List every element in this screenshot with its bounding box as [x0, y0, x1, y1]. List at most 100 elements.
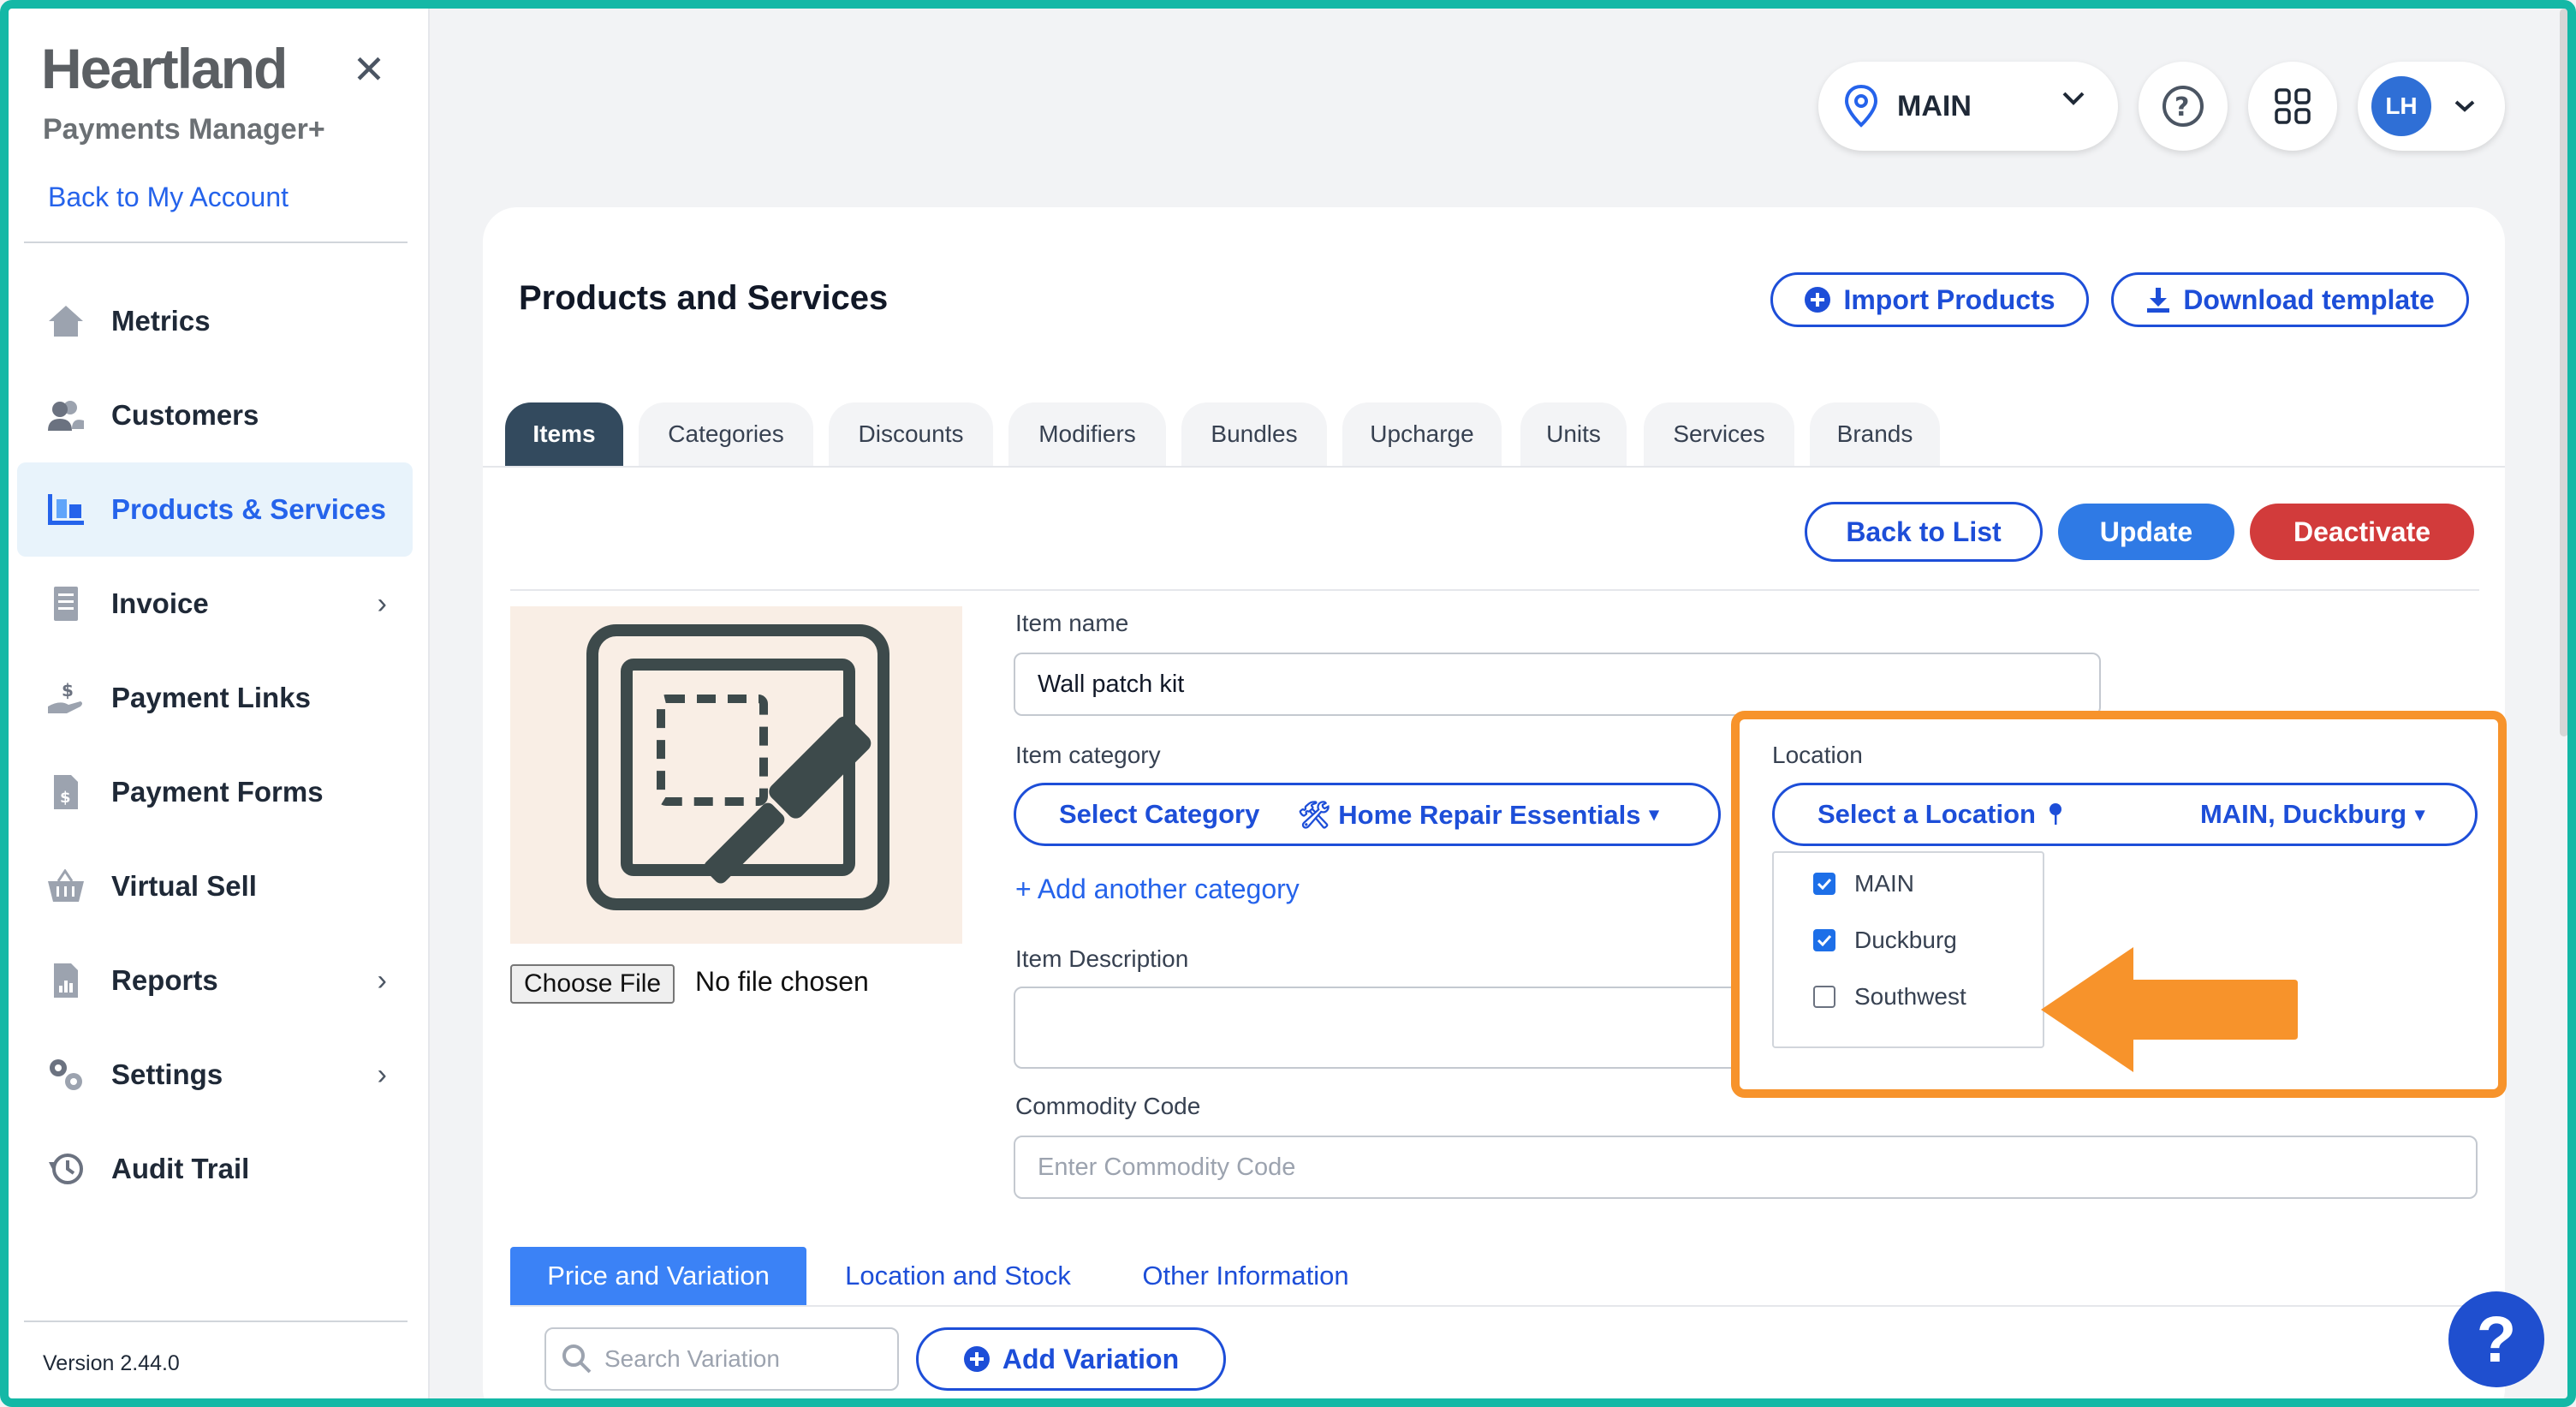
- location-option-southwest[interactable]: Southwest: [1813, 983, 1966, 1011]
- select-category-label: Select Category: [1059, 799, 1260, 829]
- location-switcher[interactable]: MAIN: [1818, 62, 2118, 151]
- checkbox-checked-icon[interactable]: [1813, 873, 1835, 895]
- sidebar-item-virtual-sell[interactable]: Virtual Sell: [17, 839, 413, 933]
- chevron-right-icon: ›: [377, 963, 387, 997]
- search-variation-placeholder: Search Variation: [604, 1345, 780, 1372]
- payment-link-icon: $: [45, 677, 87, 719]
- tab-bundles[interactable]: Bundles: [1181, 402, 1327, 466]
- tab-units[interactable]: Units: [1520, 402, 1627, 466]
- help-chat-button[interactable]: ?: [2448, 1291, 2544, 1387]
- sidebar-item-label: Virtual Sell: [111, 870, 257, 902]
- subtab-price-variation[interactable]: Price and Variation: [510, 1247, 806, 1305]
- commodity-code-input[interactable]: Enter Commodity Code: [1014, 1136, 2478, 1199]
- sidebar-item-reports[interactable]: Reports ›: [17, 933, 413, 1028]
- option-label: MAIN: [1854, 870, 1914, 897]
- download-template-label: Download template: [2183, 283, 2435, 315]
- location-option-duckburg[interactable]: Duckburg: [1813, 927, 1957, 954]
- sidebar-item-audit-trail[interactable]: Audit Trail: [17, 1122, 413, 1216]
- location-option-main[interactable]: MAIN: [1813, 870, 1914, 897]
- reports-icon: [45, 959, 87, 1002]
- download-icon: [2145, 286, 2171, 313]
- subtabs-divider: [510, 1305, 2479, 1307]
- file-status: No file chosen: [695, 966, 869, 997]
- question-mark-icon: ?: [2476, 1303, 2517, 1376]
- subtab-other-information[interactable]: Other Information: [1113, 1247, 1378, 1305]
- sidebar-item-label: Products & Services: [111, 493, 386, 525]
- help-button[interactable]: ?: [2139, 62, 2228, 151]
- select-location-label: Select a Location: [1817, 799, 2036, 829]
- tab-brands[interactable]: Brands: [1810, 402, 1940, 466]
- section-divider: [510, 589, 2479, 591]
- chevron-right-icon: ›: [377, 587, 387, 620]
- svg-text:$: $: [62, 680, 74, 701]
- deactivate-button[interactable]: Deactivate: [2250, 504, 2474, 560]
- grid-icon: [2274, 87, 2311, 125]
- sidebar-item-settings[interactable]: Settings ›: [17, 1028, 413, 1122]
- item-description-label: Item Description: [1015, 945, 1189, 972]
- svg-text:?: ?: [2174, 92, 2189, 122]
- search-variation-input[interactable]: Search Variation: [544, 1327, 899, 1391]
- map-pin-icon: [1844, 85, 1878, 128]
- location-select[interactable]: Select a Location MAIN, Duckburg ▾: [1772, 783, 2478, 846]
- users-icon: [45, 394, 87, 437]
- item-name-input[interactable]: Wall patch kit: [1014, 653, 2101, 716]
- tab-items[interactable]: Items: [505, 402, 623, 466]
- back-to-list-button[interactable]: Back to List: [1805, 502, 2043, 562]
- category-select[interactable]: Select Category 🛠 Home Repair Essentials…: [1014, 783, 1721, 846]
- sidebar-item-label: Payment Links: [111, 682, 311, 713]
- image-placeholder-icon: [586, 624, 889, 910]
- chevron-down-icon: [2061, 91, 2085, 110]
- sidebar-item-label: Customers: [111, 399, 259, 431]
- chevron-down-icon: [2454, 99, 2476, 113]
- update-button[interactable]: Update: [2058, 504, 2234, 560]
- choose-file-button[interactable]: Choose File: [510, 964, 675, 1004]
- tab-modifiers[interactable]: Modifiers: [1008, 402, 1166, 466]
- option-label: Duckburg: [1854, 927, 1957, 953]
- caret-down-icon: ▾: [2415, 803, 2425, 825]
- sidebar-divider: [24, 241, 408, 243]
- checkbox-unchecked-icon[interactable]: [1813, 986, 1835, 1008]
- import-products-button[interactable]: Import Products: [1770, 272, 2089, 327]
- apps-button[interactable]: [2248, 62, 2337, 151]
- download-template-button[interactable]: Download template: [2111, 272, 2469, 327]
- products-icon: [45, 488, 87, 531]
- tab-upcharge[interactable]: Upcharge: [1342, 402, 1502, 466]
- add-variation-button[interactable]: Add Variation: [916, 1327, 1226, 1391]
- annotation-arrow-icon: [2041, 947, 2298, 1072]
- sidebar-item-metrics[interactable]: Metrics: [17, 274, 413, 368]
- caret-down-icon: ▾: [1649, 803, 1659, 825]
- tab-categories[interactable]: Categories: [639, 402, 813, 466]
- tab-services[interactable]: Services: [1644, 402, 1794, 466]
- subtab-location-stock[interactable]: Location and Stock: [825, 1247, 1091, 1305]
- history-icon: [45, 1148, 87, 1190]
- checkbox-checked-icon[interactable]: [1813, 929, 1835, 951]
- back-to-account-link[interactable]: Back to My Account: [48, 182, 289, 213]
- brand-subtitle: Payments Manager+: [43, 113, 325, 146]
- version-label: Version 2.44.0: [43, 1351, 180, 1375]
- add-another-category-link[interactable]: + Add another category: [1015, 873, 1300, 905]
- search-icon: [562, 1344, 592, 1374]
- commodity-code-label: Commodity Code: [1015, 1093, 1201, 1119]
- gears-icon: [45, 1053, 87, 1096]
- invoice-icon: [45, 582, 87, 625]
- tabs-divider: [483, 466, 2505, 468]
- sidebar-item-products-services[interactable]: Products & Services: [17, 462, 413, 557]
- sidebar-item-customers[interactable]: Customers: [17, 368, 413, 462]
- sidebar-item-invoice[interactable]: Invoice ›: [17, 557, 413, 651]
- sidebar-item-label: Payment Forms: [111, 776, 324, 808]
- scrollbar[interactable]: [2560, 9, 2568, 736]
- sidebar-item-payment-links[interactable]: $ Payment Links: [17, 651, 413, 745]
- chevron-right-icon: ›: [377, 1058, 387, 1091]
- close-icon[interactable]: ✕: [348, 48, 390, 91]
- pin-icon: [2048, 802, 2063, 826]
- user-menu[interactable]: LH: [2358, 62, 2505, 151]
- question-circle-icon: ?: [2161, 84, 2205, 128]
- sidebar-item-payment-forms[interactable]: $ Payment Forms: [17, 745, 413, 839]
- plus-circle-icon: [963, 1345, 991, 1373]
- location-dropdown: MAIN Duckburg Southwest: [1772, 851, 2044, 1048]
- tab-discounts[interactable]: Discounts: [829, 402, 993, 466]
- item-category-label: Item category: [1015, 742, 1161, 768]
- sidebar-item-label: Audit Trail: [111, 1153, 250, 1184]
- item-image[interactable]: [510, 606, 962, 944]
- sidebar-item-label: Reports: [111, 964, 218, 996]
